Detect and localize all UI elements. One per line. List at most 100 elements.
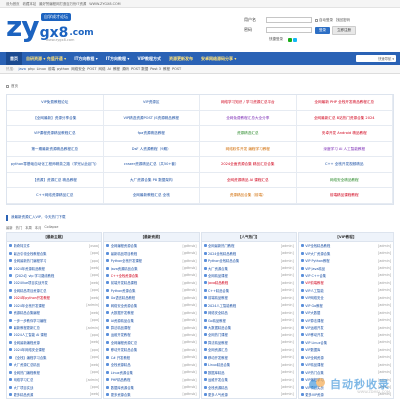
qq-icon[interactable] — [293, 37, 297, 42]
grid-link[interactable]: 全网最新汇总 B站热门资源合集 2024 — [296, 110, 393, 126]
grid-link[interactable]: 全网资源精品 AI 课程汇总 — [200, 172, 297, 188]
list-item[interactable]: 数据库资源合集 [gdtnsb] — [106, 383, 197, 390]
topic-author[interactable]: [gdtnsb] — [183, 392, 197, 396]
topic-author[interactable]: [gdtnsb] — [183, 259, 197, 263]
topic-author[interactable]: [web] — [90, 296, 99, 300]
list-item[interactable]: Java精品教程 [admin] — [203, 279, 294, 286]
topic-title[interactable]: 全栈资源精品 — [208, 385, 280, 390]
topic-title[interactable]: 运维开发合集 — [208, 377, 280, 382]
topic-title[interactable]: VIP大厂资源合集 — [305, 251, 377, 256]
topic-title[interactable]: 网络安全资源合集 — [111, 303, 182, 308]
list-item[interactable]: VIP大数据 [admin] — [300, 309, 391, 316]
list-item[interactable]: VIP Linux合集 [admin] — [300, 339, 391, 346]
username-input[interactable] — [266, 17, 312, 23]
list-item[interactable]: 2024人工智能 AI 课程 [ppo] — [9, 331, 99, 338]
nav-it-tutorials-2[interactable]: IT方向教程 ▾ — [102, 52, 134, 65]
topic-title[interactable]: 网络学习汇总 — [14, 377, 86, 382]
topic-title[interactable]: Python全栈开发课程 — [111, 258, 182, 263]
topic-title[interactable]: 前端精品教程 — [208, 295, 280, 300]
list-item[interactable]: VIP移动开发 [admin] — [300, 331, 391, 338]
list-item[interactable]: VIP大厂资源合集 [admin] — [300, 249, 391, 256]
topic-author[interactable]: [gdtnsb] — [183, 340, 197, 344]
hot-tag[interactable]: Linux — [37, 67, 46, 71]
topic-title[interactable]: VIP网络安全 — [305, 295, 377, 300]
grid-link[interactable]: 【资源】资源汇总 精品教程 — [7, 172, 104, 188]
topic-title[interactable]: 大厂项目实战 — [14, 385, 90, 390]
topic-author[interactable]: [web] — [90, 340, 99, 344]
grid-link[interactable]: 网络学习知识 / 学习资源汇总平台 — [200, 95, 297, 111]
list-item[interactable]: 前端精品教程 [admin] — [203, 294, 294, 301]
topic-author[interactable]: [admin] — [378, 251, 391, 255]
topic-title[interactable]: 大厂资源汇总精品 — [14, 362, 89, 367]
topic-title[interactable]: 一步一步教你学习编程 — [14, 318, 90, 323]
list-item[interactable]: 2024年资源精品教程 [web] — [9, 264, 99, 271]
home-icon[interactable] — [6, 85, 9, 88]
topic-author[interactable]: [web] — [90, 311, 99, 315]
set-homepage-link[interactable]: 设为首页 — [6, 1, 20, 6]
topic-title[interactable]: VIP移动开发 — [305, 332, 377, 337]
quick-nav-button[interactable]: 快速导航 ▾ — [356, 55, 396, 62]
list-item[interactable]: 2024全栈精品教程 [admin] — [203, 249, 294, 256]
topic-title[interactable]: VIP热门合集 — [305, 370, 377, 375]
list-item[interactable]: 2024人工智能教程 [admin] — [203, 302, 294, 309]
topic-author[interactable]: [admin] — [281, 318, 294, 322]
list-item[interactable]: 大数据精品合集 [admin] — [203, 324, 294, 331]
topic-title[interactable]: VIP运维开发 — [305, 325, 377, 330]
topic-title[interactable]: Java资源精品合集 — [111, 266, 182, 271]
list-item[interactable]: Java资源精品合集 [gdtnsb] — [106, 264, 197, 271]
list-item[interactable]: 更多人气资源 [admin] — [203, 391, 294, 398]
list-item[interactable]: 全网资源汇总 [admin] — [203, 346, 294, 353]
topic-author[interactable]: [ppo] — [90, 259, 99, 263]
topic-author[interactable]: [admin] — [378, 348, 391, 352]
list-item[interactable]: 全网热门课程 [admin] — [203, 331, 294, 338]
topic-title[interactable]: 全网精品项目资源汇总 — [14, 288, 90, 293]
list-item[interactable]: 新奇特文件 [xsaa] — [9, 242, 99, 249]
list-item[interactable]: C++精品合集 [admin] — [203, 287, 294, 294]
topic-author[interactable]: [admin] — [378, 266, 391, 270]
topic-title[interactable]: 资源精品合集编程 — [14, 310, 89, 315]
topic-author[interactable]: [admin] — [281, 273, 294, 277]
topic-author[interactable]: [gdtnsb] — [183, 251, 197, 255]
list-item[interactable]: VIP运维开发 [admin] — [300, 324, 391, 331]
topic-title[interactable]: 最新教程更新汇总 — [14, 325, 86, 330]
section-tab[interactable]: 本月 — [35, 225, 42, 230]
topic-author[interactable]: [gdtnsb] — [183, 281, 197, 285]
topic-author[interactable]: [admin] — [378, 363, 391, 367]
topic-author[interactable]: [admin] — [378, 288, 391, 292]
list-item[interactable]: 更多精品资源 [web] — [9, 391, 99, 398]
grid-link[interactable]: python零基础自动化工程师精英之路（学完从此起飞） — [7, 157, 104, 173]
topic-title[interactable]: 更多资源合集 — [111, 392, 182, 397]
grid-link[interactable]: 2024全面资源合集 精品汇总合集 — [200, 157, 297, 173]
topic-author[interactable]: [ppo] — [90, 251, 99, 255]
topic-author[interactable]: [xsaa] — [89, 244, 99, 248]
topic-title[interactable]: 运维开发教程 — [111, 332, 182, 337]
hot-tag[interactable]: Java — [19, 67, 26, 71]
list-item[interactable]: 运维开发教程 [gdtnsb] — [106, 331, 197, 338]
topic-author[interactable]: [admin] — [281, 303, 294, 307]
topic-title[interactable]: VIP前端教程 — [305, 280, 377, 285]
grid-link[interactable]: VIP精选资源POST JS资源精品教程 — [103, 110, 200, 126]
list-item[interactable]: 全网最新热门教程 [admin] — [203, 242, 294, 249]
list-item[interactable]: 全网热门编程教程 [ppo] — [9, 368, 99, 375]
topic-title[interactable]: 全网最新热门教程 — [208, 243, 280, 248]
list-item[interactable]: 2024年全栈开发课程 [admin] — [9, 302, 99, 309]
hot-tag[interactable]: Post 3 — [150, 67, 161, 71]
topic-title[interactable]: 【2024】vip 学习路线教程 — [14, 273, 90, 278]
list-item[interactable]: 大数据开发教程 [gdtnsb] — [106, 309, 197, 316]
topic-title[interactable]: VIP Go教程 — [305, 303, 377, 308]
grid-link[interactable]: VIP资源区 — [103, 95, 200, 111]
topic-author[interactable]: [gdtnsb] — [183, 378, 197, 382]
topic-author[interactable]: [admin] — [378, 296, 391, 300]
topic-title[interactable]: VIP全网资源 — [305, 355, 377, 360]
topic-author[interactable]: [gdtnsb] — [183, 244, 197, 248]
topic-title[interactable]: 算法精品课程 — [111, 325, 182, 330]
nav-self-study[interactable]: 自研资源 ▾ 充值开通 ▾ — [22, 52, 70, 65]
password-input[interactable] — [266, 27, 312, 33]
topic-title[interactable]: Linux精品合集 — [208, 362, 280, 367]
list-item[interactable]: 全网最新热门编程学习 [ppo] — [9, 257, 99, 264]
topic-title[interactable]: Java精品教程 — [208, 280, 280, 285]
grid-link[interactable]: 第一期最新资源精品教程汇总 — [7, 141, 104, 157]
bookmark-link[interactable]: 收藏本站 — [23, 1, 37, 6]
topic-title[interactable]: 大数据精品合集 — [208, 325, 280, 330]
topic-author[interactable]: [gdtnsb] — [183, 311, 197, 315]
